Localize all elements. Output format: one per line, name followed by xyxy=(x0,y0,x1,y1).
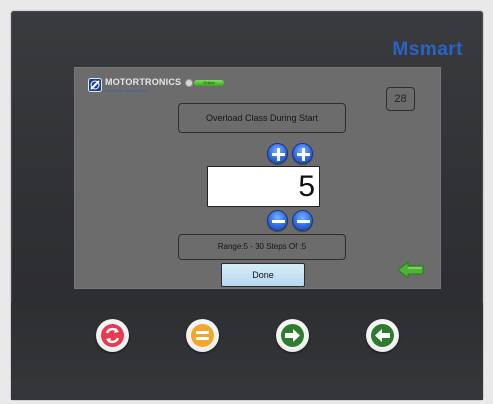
plus-icon xyxy=(272,148,285,161)
logo-text: MOTORTRONICS xyxy=(105,77,182,87)
logo-subtext: Solid State Motor Control xyxy=(105,88,150,93)
increment-button-2[interactable] xyxy=(292,143,313,164)
arrow-left-icon xyxy=(375,329,390,342)
minus-icon xyxy=(272,220,285,223)
hw-menu-button[interactable] xyxy=(186,319,219,352)
decrement-button-2[interactable] xyxy=(292,210,313,231)
bezel-band xyxy=(11,303,483,379)
menu-icon xyxy=(196,331,209,340)
value-input[interactable]: 5 xyxy=(207,166,320,207)
decrement-button-1[interactable] xyxy=(267,210,288,231)
hw-reset-button[interactable] xyxy=(96,319,129,352)
minus-icon xyxy=(297,220,310,223)
status-badge: Online xyxy=(194,80,224,86)
range-info: Range:5 - 30 Steps Of :5 xyxy=(178,234,346,260)
hmi-device: Msmart MOTORTRONICS Solid State Motor Co… xyxy=(11,11,483,400)
done-button[interactable]: Done xyxy=(221,263,305,287)
plus-icon xyxy=(297,148,310,161)
increment-button-1[interactable] xyxy=(267,143,288,164)
arrow-right-icon xyxy=(285,329,300,342)
refresh-icon xyxy=(105,327,120,344)
parameter-title: Overload Class During Start xyxy=(178,103,346,133)
page-counter: 28 xyxy=(386,87,415,111)
motortronics-logo-icon xyxy=(88,78,102,92)
bezel-bottom-strip xyxy=(11,379,483,400)
hw-next-button[interactable] xyxy=(276,319,309,352)
display-screen: MOTORTRONICS Solid State Motor Control O… xyxy=(74,67,441,289)
status-indicator-dot xyxy=(185,79,193,87)
brand-logo: Msmart xyxy=(392,39,463,60)
back-arrow-icon[interactable] xyxy=(397,260,425,280)
hw-back-button[interactable] xyxy=(366,319,399,352)
